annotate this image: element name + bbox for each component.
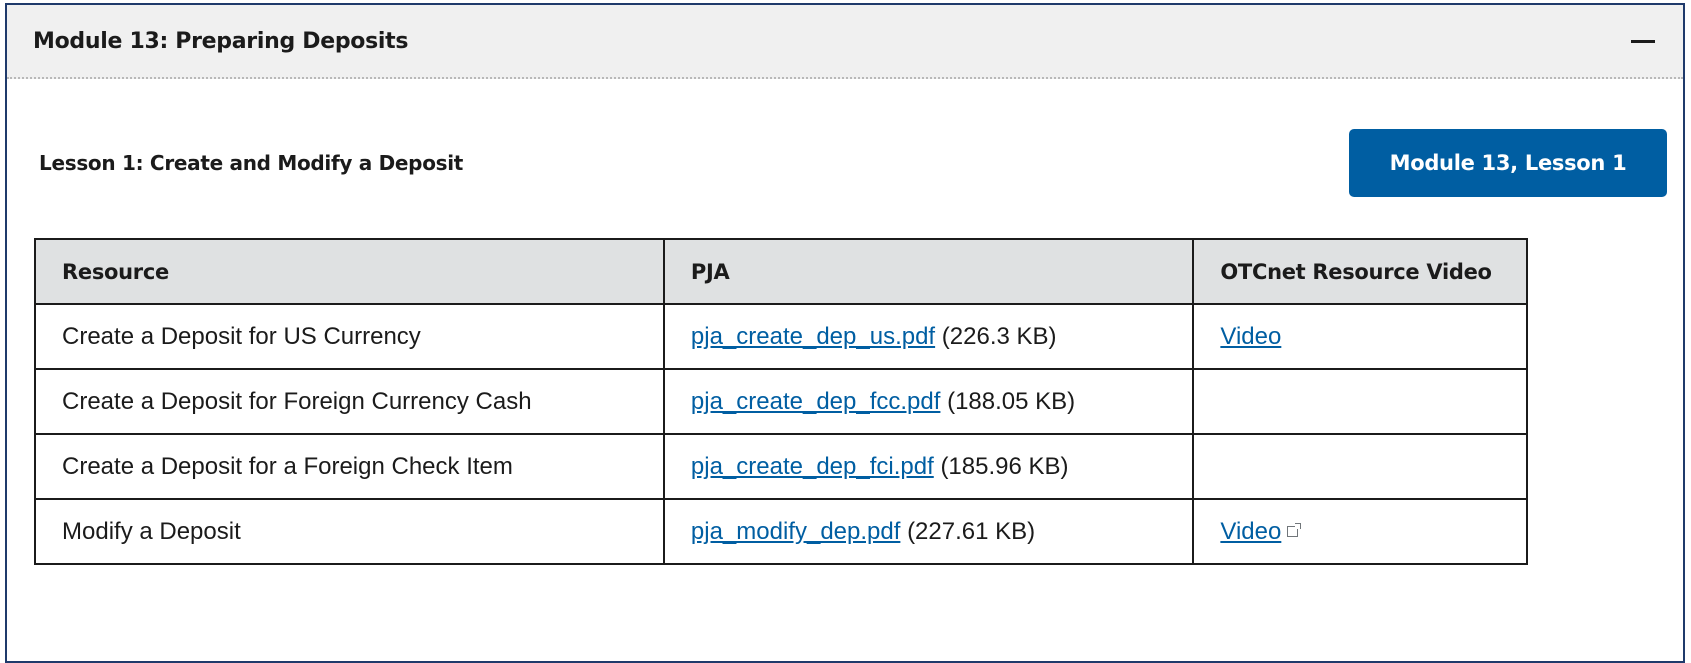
- pja-cell: pja_create_dep_fcc.pdf (188.05 KB): [662, 368, 1195, 435]
- file-size: (185.96 KB): [940, 452, 1069, 480]
- pja-link[interactable]: pja_create_dep_fci.pdf: [691, 453, 934, 480]
- resource-cell: Create a Deposit for Foreign Currency Ca…: [34, 368, 665, 435]
- pja-link[interactable]: pja_create_dep_fcc.pdf: [691, 388, 941, 415]
- minus-icon[interactable]: [1631, 29, 1655, 53]
- table-row: Create a Deposit for US Currency pja_cre…: [34, 303, 1528, 370]
- pja-link[interactable]: pja_create_dep_us.pdf: [691, 323, 935, 350]
- resources-table: Resource PJA OTCnet Resource Video Creat…: [34, 238, 1528, 565]
- pja-cell: pja_create_dep_us.pdf (226.3 KB): [662, 303, 1195, 370]
- resource-cell: Modify a Deposit: [34, 498, 665, 565]
- table-row: Create a Deposit for Foreign Currency Ca…: [34, 368, 1528, 435]
- file-size: (188.05 KB): [947, 387, 1076, 415]
- table-header-row: Resource PJA OTCnet Resource Video: [34, 238, 1528, 305]
- video-link[interactable]: Video: [1220, 323, 1281, 350]
- video-cell: [1192, 433, 1528, 500]
- header-pja: PJA: [662, 238, 1195, 305]
- video-link[interactable]: Video: [1220, 518, 1281, 545]
- table-row: Create a Deposit for a Foreign Check Ite…: [34, 433, 1528, 500]
- header-resource: Resource: [34, 238, 665, 305]
- video-cell: Video: [1192, 498, 1528, 565]
- file-size: (227.61 KB): [907, 517, 1036, 545]
- module-title: Module 13: Preparing Deposits: [33, 28, 409, 54]
- resource-cell: Create a Deposit for US Currency: [34, 303, 665, 370]
- file-size: (226.3 KB): [941, 322, 1057, 350]
- video-cell: [1192, 368, 1528, 435]
- pja-link[interactable]: pja_modify_dep.pdf: [691, 518, 900, 545]
- pja-cell: pja_create_dep_fci.pdf (185.96 KB): [662, 433, 1195, 500]
- table-row: Modify a Deposit pja_modify_dep.pdf (227…: [34, 498, 1528, 565]
- resource-cell: Create a Deposit for a Foreign Check Ite…: [34, 433, 665, 500]
- video-cell: Video: [1192, 303, 1528, 370]
- lesson-row: Lesson 1: Create and Modify a Deposit Mo…: [7, 129, 1683, 199]
- lesson-button[interactable]: Module 13, Lesson 1: [1349, 129, 1667, 197]
- lesson-title: Lesson 1: Create and Modify a Deposit: [39, 151, 464, 175]
- external-link-icon: [1287, 522, 1302, 537]
- header-video: OTCnet Resource Video: [1192, 238, 1528, 305]
- pja-cell: pja_modify_dep.pdf (227.61 KB): [662, 498, 1195, 565]
- accordion-header[interactable]: Module 13: Preparing Deposits: [7, 5, 1683, 79]
